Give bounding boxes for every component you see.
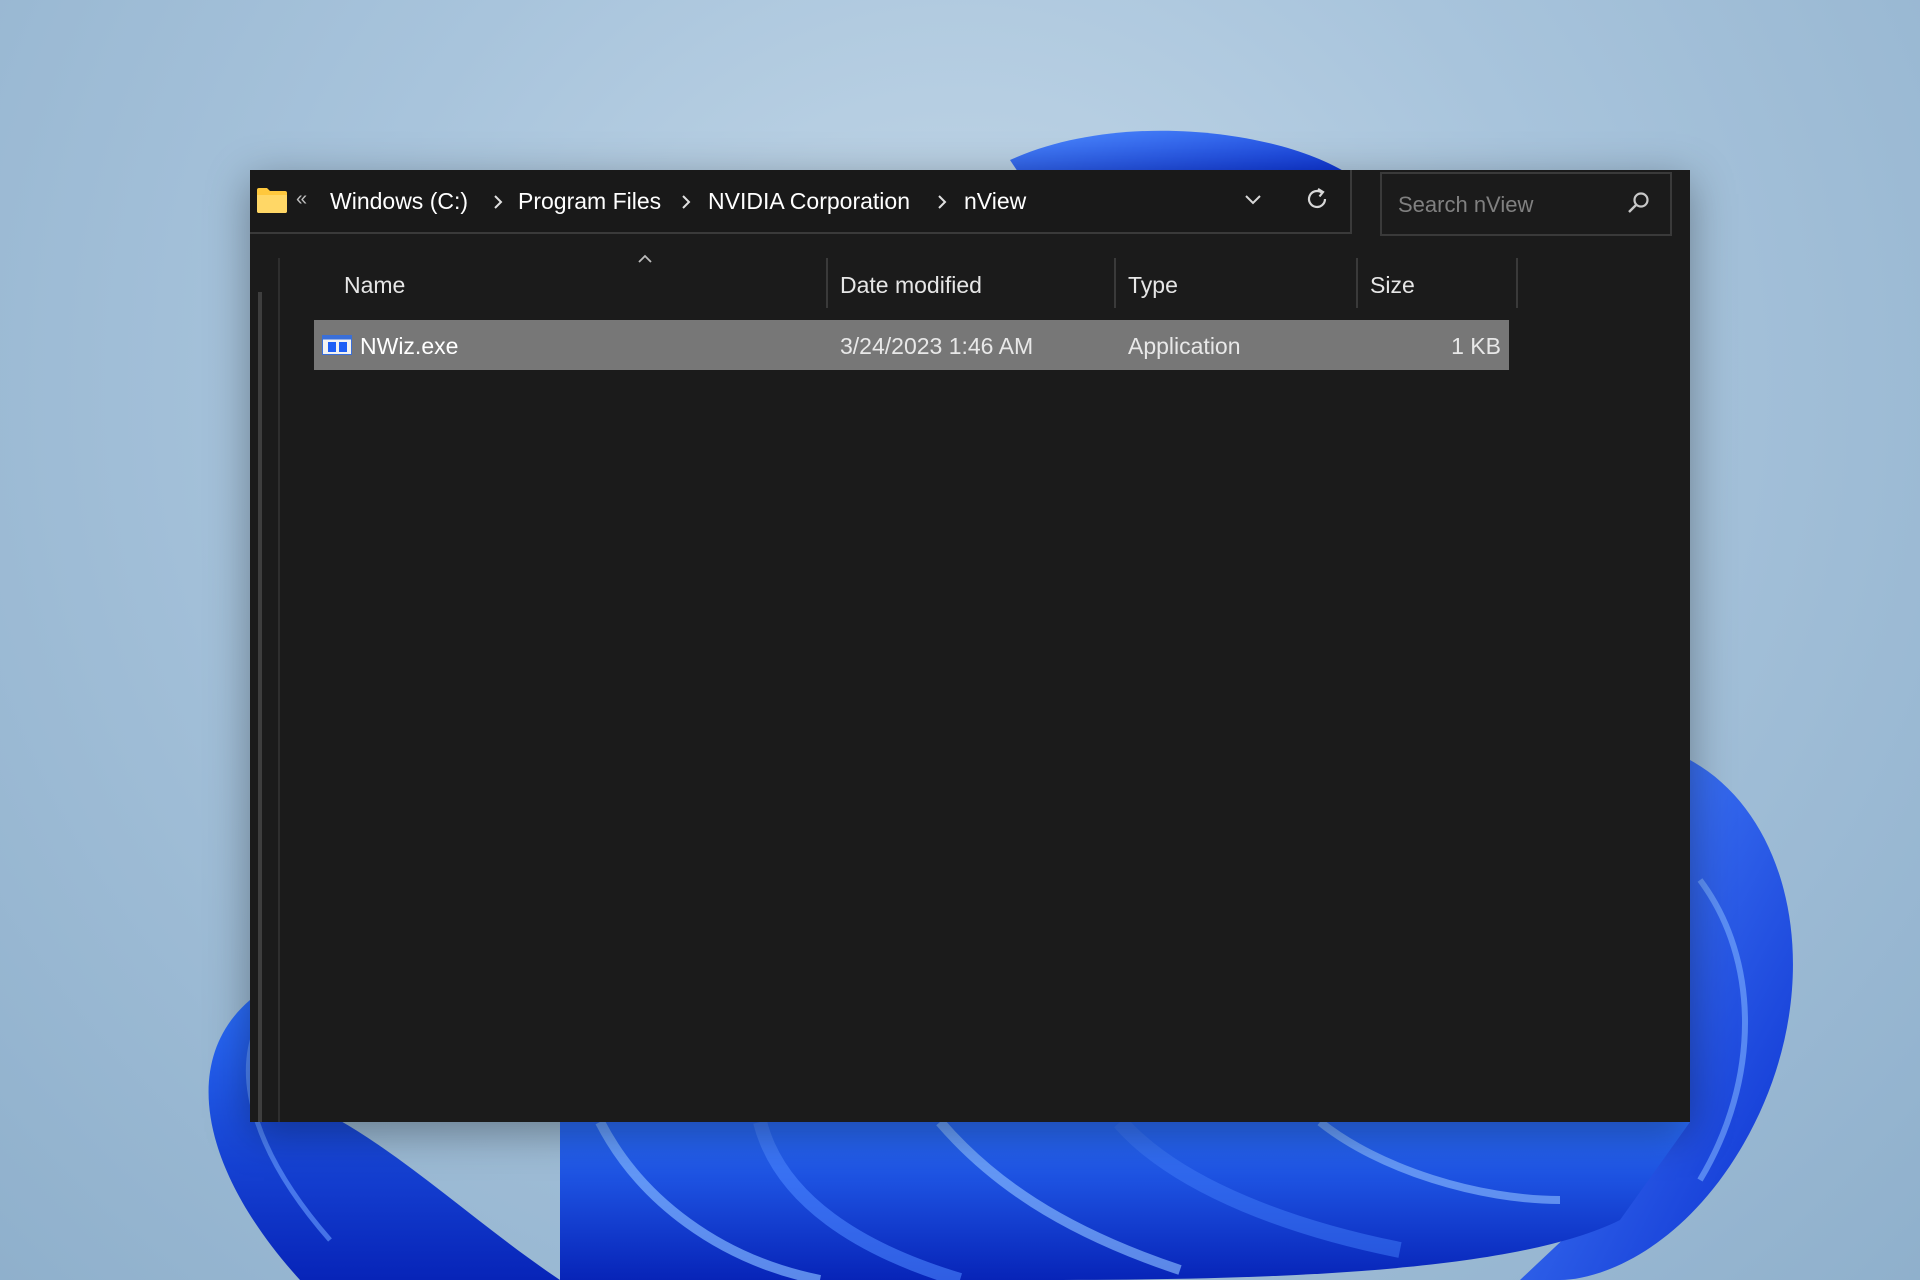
file-size: 1 KB	[1451, 333, 1501, 359]
file-row-nwiz-exe[interactable]: NWiz.exe 3/24/2023 1:46 AM Application 1…	[314, 320, 1509, 370]
column-header-date-modified-label: Date modified	[840, 272, 982, 298]
file-date-modified: 3/24/2023 1:46 AM	[840, 333, 1034, 359]
breadcrumb-windows-c[interactable]: Windows (C:)	[330, 188, 468, 215]
breadcrumb-chevron-icon[interactable]	[936, 194, 948, 210]
breadcrumb-chevron-icon[interactable]	[680, 194, 692, 210]
column-header-name-label: Name	[344, 272, 406, 298]
breadcrumb-chevron-icon[interactable]	[492, 194, 504, 210]
column-header-name[interactable]: Name	[314, 254, 826, 306]
application-icon	[322, 335, 352, 355]
column-divider[interactable]	[1516, 258, 1518, 308]
breadcrumb-nvidia-corporation[interactable]: NVIDIA Corporation	[708, 188, 910, 215]
column-header-row: Name Date modified Type Size	[250, 254, 1690, 318]
file-type: Application	[1128, 333, 1241, 359]
desktop-background: « Windows (C:) Program Files NVIDIA Corp…	[0, 0, 1920, 1280]
chevron-down-icon[interactable]	[1241, 188, 1265, 212]
column-header-size-label: Size	[1370, 272, 1415, 298]
column-header-type[interactable]: Type	[1116, 258, 1356, 306]
breadcrumb-overflow-button[interactable]: «	[296, 188, 307, 211]
breadcrumb-program-files[interactable]: Program Files	[518, 188, 661, 215]
refresh-icon[interactable]	[1302, 184, 1332, 214]
column-header-date-modified[interactable]: Date modified	[828, 258, 1114, 306]
breadcrumb-nview[interactable]: nView	[964, 188, 1026, 215]
search-box[interactable]	[1380, 172, 1672, 236]
column-header-size[interactable]: Size	[1358, 258, 1516, 306]
file-name: NWiz.exe	[360, 333, 459, 359]
navigation-pane-divider[interactable]	[278, 258, 280, 1122]
search-icon[interactable]	[1626, 190, 1652, 216]
address-bar[interactable]: « Windows (C:) Program Files NVIDIA Corp…	[250, 170, 1352, 234]
sort-ascending-icon	[638, 254, 652, 263]
folder-icon	[257, 188, 287, 213]
column-header-type-label: Type	[1128, 272, 1178, 298]
file-explorer-window: « Windows (C:) Program Files NVIDIA Corp…	[250, 170, 1690, 1122]
navigation-pane-scrollbar[interactable]	[258, 292, 262, 1122]
search-input[interactable]	[1396, 186, 1620, 224]
